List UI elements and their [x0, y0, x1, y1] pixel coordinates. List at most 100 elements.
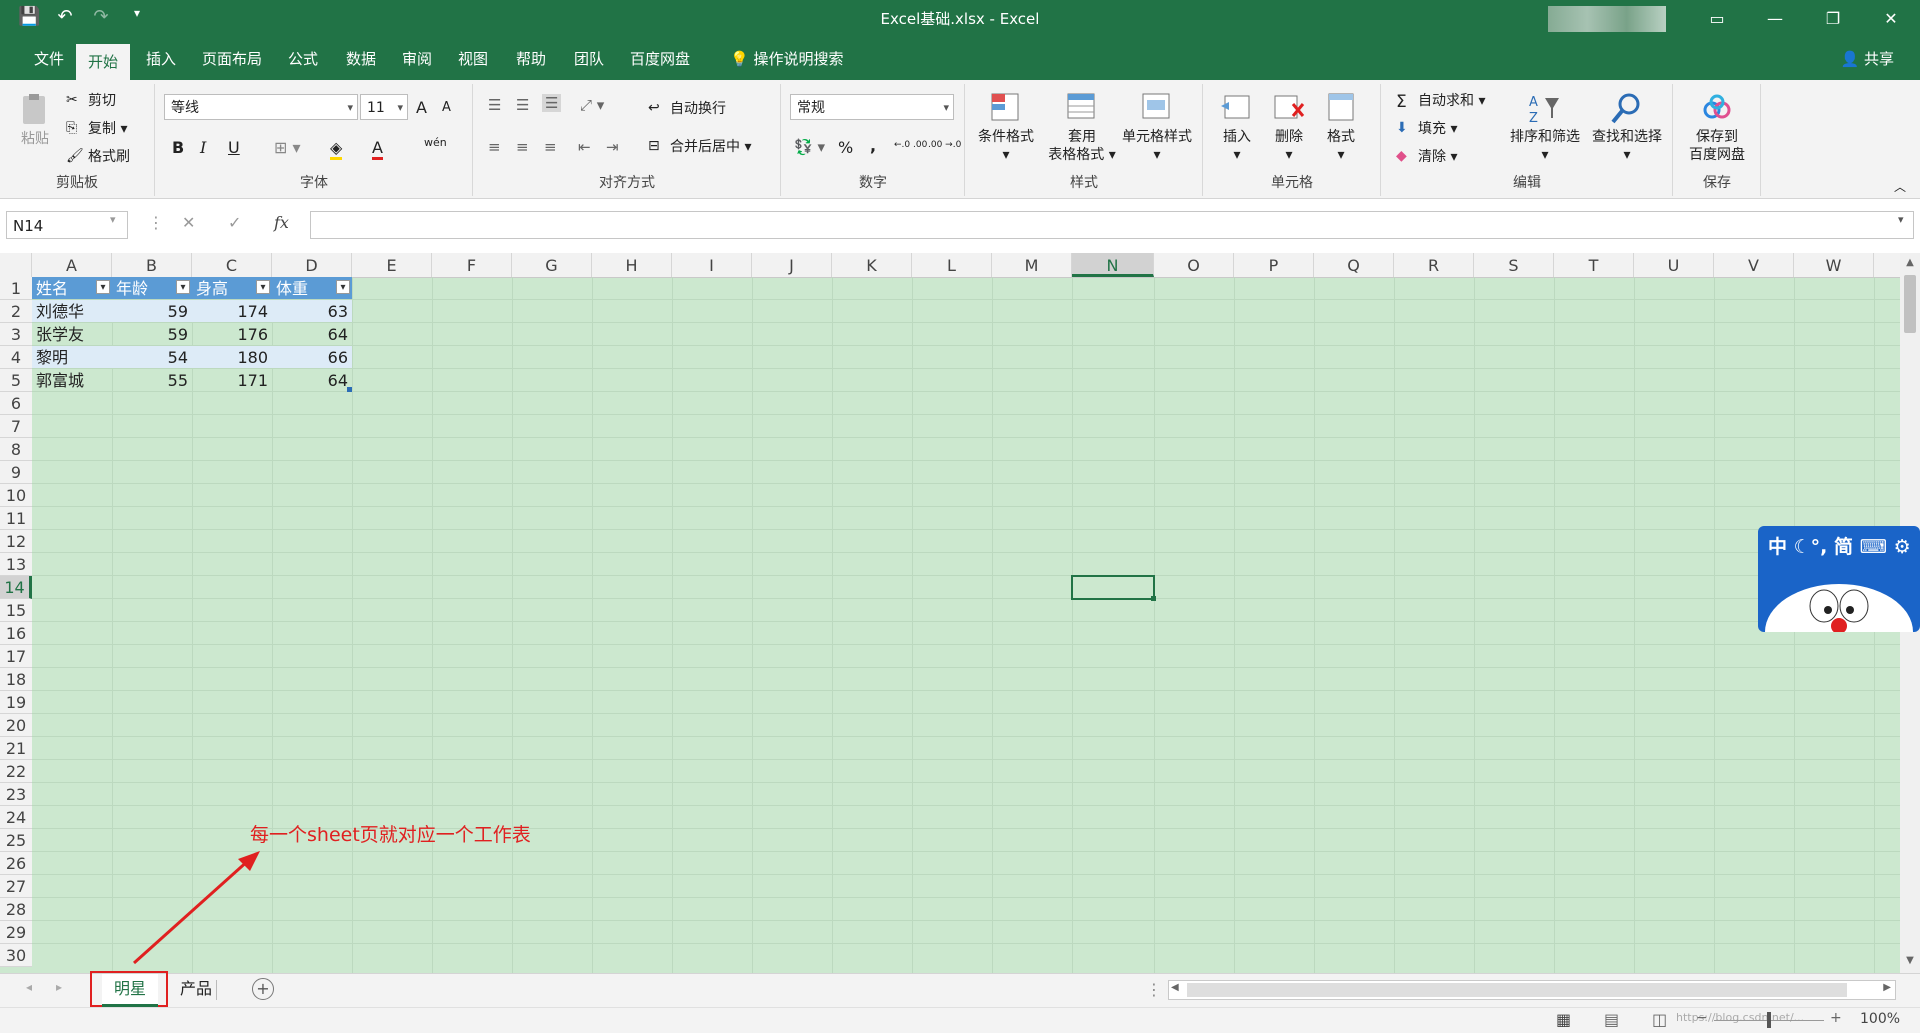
row-header[interactable]: 1: [0, 277, 32, 300]
column-header[interactable]: I: [672, 253, 752, 277]
row-header[interactable]: 18: [0, 668, 32, 691]
column-header[interactable]: A: [32, 253, 112, 277]
tab-split-handle-icon[interactable]: ⋮: [1146, 980, 1162, 999]
bottom-align-icon[interactable]: ☰: [542, 94, 562, 112]
table-cell[interactable]: 171: [192, 369, 272, 391]
column-header[interactable]: M: [992, 253, 1072, 277]
orientation-icon[interactable]: ⤢ ▾: [580, 96, 604, 114]
row-header[interactable]: 24: [0, 806, 32, 829]
zoom-in-button[interactable]: +: [1830, 1010, 1842, 1026]
cancel-formula-button[interactable]: ✕: [182, 213, 195, 232]
cut-button[interactable]: ✂ 剪切: [66, 90, 116, 110]
scroll-sheets-right-icon[interactable]: ▸: [56, 980, 62, 994]
sort-filter-button[interactable]: AZ 排序和筛选 ▾: [1504, 90, 1586, 164]
horizontal-scrollbar[interactable]: ◀ ▶: [1168, 980, 1896, 1000]
row-header[interactable]: 3: [0, 323, 32, 346]
table-header-cell[interactable]: 体重 ▾: [272, 277, 352, 299]
italic-button[interactable]: I: [200, 138, 206, 157]
format-painter-button[interactable]: 🖌 格式刷: [66, 146, 130, 166]
row-header[interactable]: 22: [0, 760, 32, 783]
filter-dropdown-icon[interactable]: ▾: [336, 280, 350, 294]
tab-file[interactable]: 文件: [22, 38, 76, 80]
borders-icon[interactable]: ⊞ ▾: [274, 138, 301, 157]
align-center-icon[interactable]: ≡: [516, 138, 529, 156]
decrease-decimal-button[interactable]: .00 →.0: [928, 140, 961, 150]
row-header[interactable]: 23: [0, 783, 32, 806]
zoom-out-button[interactable]: −: [1696, 1010, 1708, 1026]
row-header[interactable]: 7: [0, 415, 32, 438]
copy-button[interactable]: ⎘ 复制 ▾: [66, 118, 127, 138]
enter-formula-button[interactable]: ✓: [228, 213, 241, 232]
add-sheet-button[interactable]: +: [252, 978, 274, 1000]
fill-color-icon[interactable]: ◈: [330, 138, 343, 160]
filter-dropdown-icon[interactable]: ▾: [256, 280, 270, 294]
page-break-view-icon[interactable]: ◫: [1652, 1010, 1667, 1029]
align-left-icon[interactable]: ≡: [488, 138, 501, 156]
middle-align-icon[interactable]: ☰: [516, 96, 529, 114]
ribbon-display-button[interactable]: ▭: [1688, 0, 1746, 38]
tab-data[interactable]: 数据: [334, 38, 388, 80]
number-format-combo[interactable]: 常规: [790, 94, 954, 121]
tab-help[interactable]: 帮助: [504, 38, 558, 80]
normal-view-icon[interactable]: ▦: [1556, 1010, 1571, 1029]
underline-button[interactable]: U: [228, 138, 240, 157]
table-cell[interactable]: 刘德华: [32, 300, 112, 322]
share-button[interactable]: 👤 共享: [1841, 38, 1894, 80]
vertical-scroll-thumb[interactable]: [1904, 275, 1916, 333]
column-header[interactable]: B: [112, 253, 192, 277]
row-header[interactable]: 13: [0, 553, 32, 576]
scroll-left-icon[interactable]: ◀: [1171, 982, 1179, 993]
table-cell[interactable]: 59: [112, 323, 192, 345]
column-header[interactable]: S: [1474, 253, 1554, 277]
table-cell[interactable]: 张学友: [32, 323, 112, 345]
tab-formulas[interactable]: 公式: [276, 38, 330, 80]
autosum-button[interactable]: Σ 自动求和 ▾: [1396, 90, 1485, 112]
row-header[interactable]: 16: [0, 622, 32, 645]
table-cell[interactable]: 59: [112, 300, 192, 322]
column-header[interactable]: K: [832, 253, 912, 277]
column-header[interactable]: W: [1794, 253, 1874, 277]
row-header[interactable]: 26: [0, 852, 32, 875]
fill-handle[interactable]: [1151, 596, 1156, 601]
cell-styles-button[interactable]: 单元格样式 ▾: [1116, 90, 1198, 164]
column-header[interactable]: F: [432, 253, 512, 277]
tell-me-search[interactable]: 💡 操作说明搜索: [718, 38, 855, 80]
table-cell[interactable]: 63: [272, 300, 352, 322]
table-cell[interactable]: 180: [192, 346, 272, 368]
phonetic-guide-button[interactable]: wén: [424, 136, 447, 149]
table-cell[interactable]: 66: [272, 346, 352, 368]
scroll-right-icon[interactable]: ▶: [1883, 982, 1891, 993]
tab-insert[interactable]: 插入: [134, 38, 188, 80]
column-header[interactable]: E: [352, 253, 432, 277]
name-box-dropdown-icon[interactable]: ▾: [110, 213, 116, 226]
percent-style-button[interactable]: %: [838, 138, 853, 157]
row-header[interactable]: 21: [0, 737, 32, 760]
decrease-indent-icon[interactable]: ⇤: [578, 138, 591, 156]
column-header[interactable]: V: [1714, 253, 1794, 277]
tab-baidu-netdisk[interactable]: 百度网盘: [618, 38, 702, 80]
scroll-up-icon[interactable]: ▲: [1902, 257, 1918, 268]
row-header[interactable]: 30: [0, 944, 32, 967]
table-header-cell[interactable]: 年龄 ▾: [112, 277, 192, 299]
align-right-icon[interactable]: ≡: [544, 138, 557, 156]
row-header[interactable]: 2: [0, 300, 32, 323]
expand-formula-icon[interactable]: ▾: [1898, 213, 1904, 226]
conditional-formatting-button[interactable]: 条件格式 ▾: [968, 90, 1044, 164]
table-cell[interactable]: 64: [272, 323, 352, 345]
column-header[interactable]: D: [272, 253, 352, 277]
row-header[interactable]: 28: [0, 898, 32, 921]
row-header[interactable]: 29: [0, 921, 32, 944]
ime-toolbar[interactable]: 中 ☾°, 简 ⌨ ⚙: [1758, 526, 1920, 632]
clear-button[interactable]: ◆ 清除 ▾: [1396, 146, 1457, 166]
row-header[interactable]: 11: [0, 507, 32, 530]
filter-dropdown-icon[interactable]: ▾: [176, 280, 190, 294]
merge-center-button[interactable]: ⊟ 合并后居中 ▾: [648, 136, 751, 156]
insert-function-button[interactable]: fx: [274, 213, 289, 232]
table-cell[interactable]: 郭富城: [32, 369, 112, 391]
row-header[interactable]: 8: [0, 438, 32, 461]
table-cell[interactable]: 黎明: [32, 346, 112, 368]
table-cell[interactable]: 64: [272, 369, 352, 391]
filter-dropdown-icon[interactable]: ▾: [96, 280, 110, 294]
column-header[interactable]: T: [1554, 253, 1634, 277]
table-cell[interactable]: 55: [112, 369, 192, 391]
